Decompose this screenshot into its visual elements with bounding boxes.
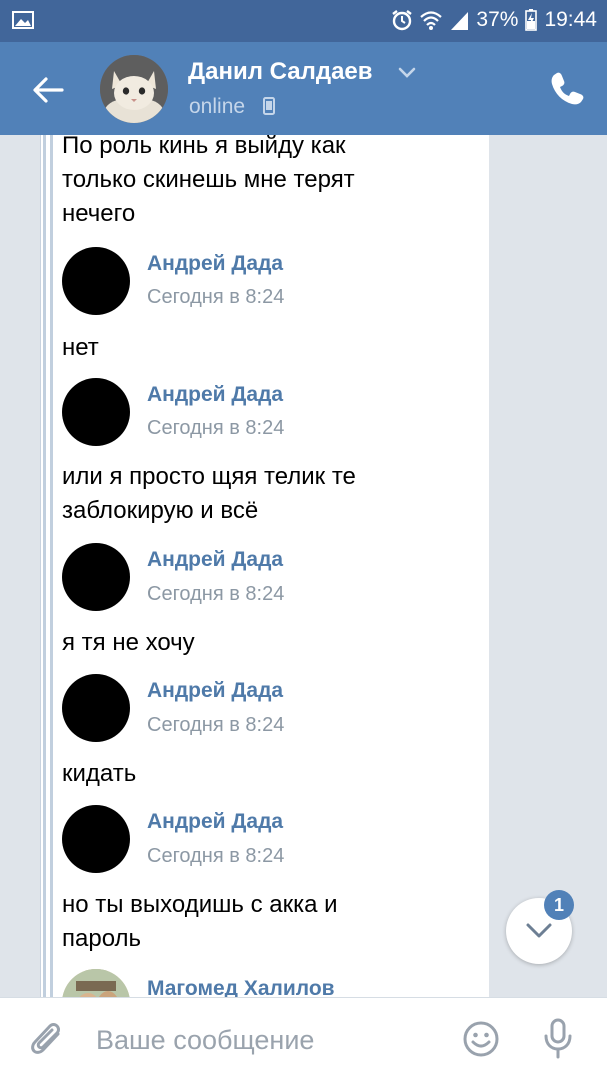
call-button[interactable] [549,70,585,106]
message-author[interactable]: Андрей Дада [147,679,283,703]
message-text: нет [62,334,99,361]
message-time: Сегодня в 8:24 [147,714,285,736]
alarm-icon [391,9,413,31]
message-time: Сегодня в 8:24 [147,417,285,439]
message-text: но ты выходишь с акка и пароль [62,891,338,952]
message-text: кидать [62,760,137,787]
peer-name[interactable]: Данил Салдаев [188,58,373,86]
message-time: Сегодня в 8:24 [147,286,285,308]
battery-percent: 37% [476,8,519,31]
message-author[interactable]: Андрей Дада [147,548,283,572]
wifi-icon [420,10,443,30]
image-icon [12,11,34,34]
message-input[interactable] [96,1022,436,1058]
message-text: или я просто щяя телик те заблокирую и в… [62,463,356,524]
message-author[interactable]: Андрей Дада [147,252,283,276]
back-button[interactable] [28,70,68,110]
status-bar: 37% 19:44 [0,0,607,42]
message-author[interactable]: Андрей Дада [147,383,283,407]
avatar[interactable] [100,55,168,123]
peer-status: online [189,95,246,118]
compose-bar [0,997,607,1081]
clock-time: 19:44 [544,8,597,31]
battery-icon [525,9,538,31]
unread-badge: 1 [544,890,574,920]
message-text: По роль кинь я выйду как только скинешь … [62,135,355,227]
message-author[interactable]: Андрей Дада [147,810,283,834]
back-arrow-icon [33,77,64,103]
avatar[interactable] [62,805,130,873]
message-text: я тя не хочу [62,629,195,656]
message-time: Сегодня в 8:24 [147,845,285,867]
mobile-icon [263,97,275,120]
avatar[interactable] [62,247,130,315]
forward-indicator-line [43,135,46,997]
chevron-down-icon [526,923,552,938]
message-time: Сегодня в 8:24 [147,583,285,605]
message-list[interactable]: По роль кинь я выйду как только скинешь … [0,135,607,997]
message-author[interactable]: Магомед Халилов [147,977,335,997]
chevron-down-icon[interactable] [398,66,416,84]
mic-icon [544,1018,572,1059]
emoji-icon [463,1021,499,1057]
emoji-button[interactable] [462,1020,500,1063]
avatar[interactable] [62,378,130,446]
phone-icon [551,72,584,105]
chat-header: Данил Салдаев online [0,42,607,135]
forward-indicator-line [50,135,53,997]
avatar[interactable] [62,674,130,742]
paperclip-icon [31,1023,60,1054]
signal-icon [449,10,469,30]
voice-record-button[interactable] [543,1018,573,1065]
avatar[interactable] [62,543,130,611]
attach-button[interactable] [28,1020,66,1065]
